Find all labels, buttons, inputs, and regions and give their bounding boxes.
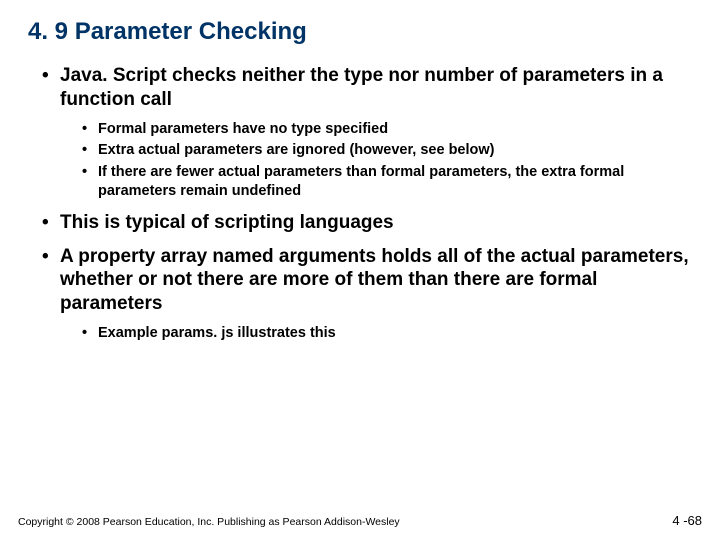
- bullet-text: A property array named arguments holds a…: [60, 246, 689, 315]
- list-item: If there are fewer actual parameters tha…: [82, 163, 692, 201]
- bullet-list-level1: Java. Script checks neither the type nor…: [28, 64, 692, 343]
- bullet-list-level2: Example params. js illustrates this: [60, 324, 692, 343]
- list-item: This is typical of scripting languages: [42, 211, 692, 235]
- subbullet-text: Example params. js illustrates this: [98, 325, 336, 341]
- bullet-list-level2: Formal parameters have no type specified…: [60, 120, 692, 201]
- subbullet-text: Extra actual parameters are ignored (how…: [98, 142, 495, 158]
- subbullet-text: Formal parameters have no type specified: [98, 121, 388, 137]
- list-item: Java. Script checks neither the type nor…: [42, 64, 692, 201]
- slide-title: 4. 9 Parameter Checking: [28, 18, 692, 46]
- list-item: Formal parameters have no type specified: [82, 120, 692, 139]
- slide-footer: Copyright © 2008 Pearson Education, Inc.…: [18, 513, 702, 528]
- copyright-text: Copyright © 2008 Pearson Education, Inc.…: [18, 516, 400, 528]
- list-item: Example params. js illustrates this: [82, 324, 692, 343]
- subbullet-text: If there are fewer actual parameters tha…: [98, 164, 624, 199]
- list-item: Extra actual parameters are ignored (how…: [82, 141, 692, 160]
- bullet-text: Java. Script checks neither the type nor…: [60, 65, 663, 110]
- page-number: 4 -68: [672, 513, 702, 528]
- bullet-text: This is typical of scripting languages: [60, 212, 394, 233]
- list-item: A property array named arguments holds a…: [42, 245, 692, 343]
